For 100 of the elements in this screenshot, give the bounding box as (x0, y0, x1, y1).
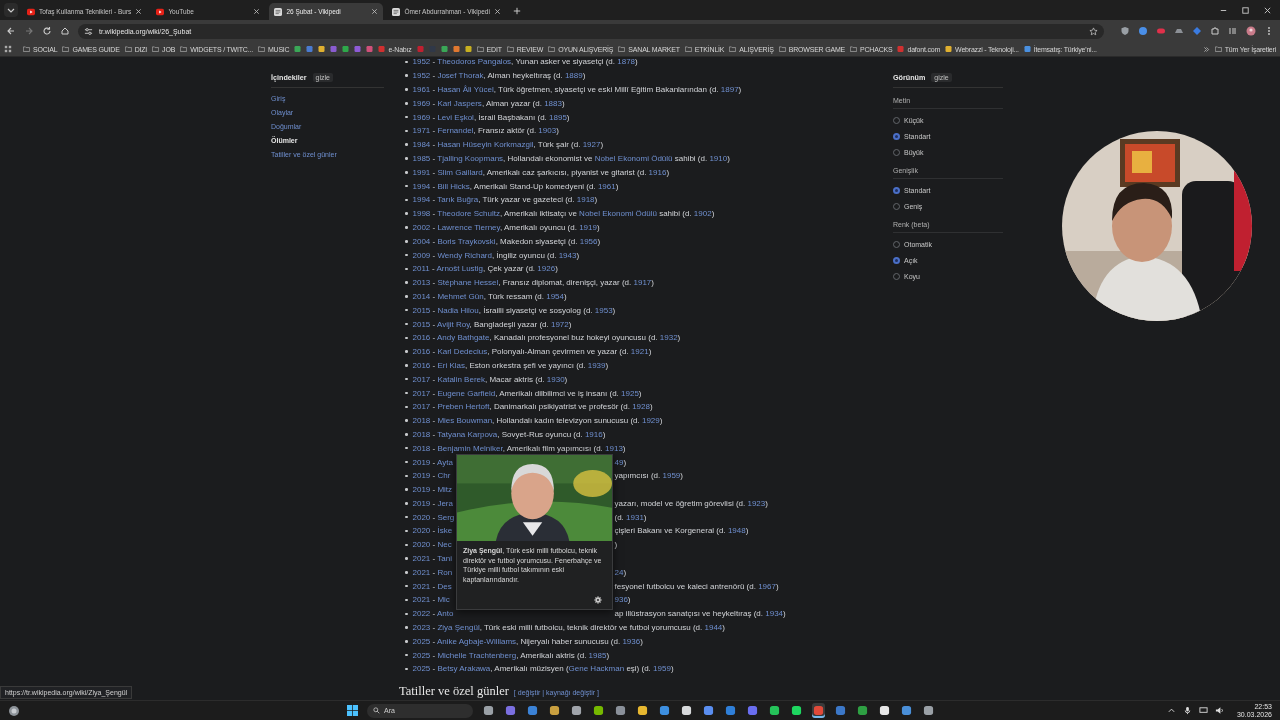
settings-icon[interactable] (594, 596, 602, 604)
link[interactable]: 1967 (758, 581, 776, 591)
site-settings-icon[interactable] (84, 26, 93, 36)
link[interactable]: 1902 (693, 209, 712, 219)
link[interactable]: Nobel Ekonomi Ödülü (579, 209, 657, 219)
link[interactable]: Nobel Ekonomi Ödülü (594, 153, 673, 163)
speaker-icon[interactable] (1214, 706, 1224, 715)
taskbar-app[interactable] (790, 703, 803, 718)
link[interactable]: Slim Gaillard (437, 167, 483, 177)
link[interactable]: 2019 (412, 471, 431, 481)
new-tab-icon[interactable] (512, 7, 521, 15)
taskbar-app[interactable] (592, 703, 605, 718)
link[interactable]: 1952 (412, 71, 431, 81)
link[interactable]: Nadia Hilou (437, 305, 479, 315)
link[interactable]: 2018 (412, 416, 431, 426)
link[interactable]: Ayta (436, 457, 453, 467)
monitor-icon[interactable] (1198, 706, 1208, 715)
radio-button[interactable] (893, 186, 900, 194)
link[interactable]: 2023 (412, 623, 431, 633)
shield-icon[interactable] (1120, 26, 1130, 36)
close-icon[interactable] (1263, 6, 1272, 15)
avatar-icon[interactable] (1246, 26, 1256, 36)
link[interactable]: 2017 (412, 402, 431, 412)
link[interactable]: Karl Jaspers (437, 98, 482, 108)
link[interactable]: Hasan Âli Yücel (437, 85, 494, 94)
link[interactable]: Anto (436, 609, 454, 619)
link[interactable]: 1998 (412, 209, 431, 219)
link[interactable]: 2025 (412, 636, 431, 646)
link[interactable]: 1984 (412, 140, 431, 150)
link[interactable]: 2025 (412, 650, 431, 660)
link[interactable]: Des (437, 581, 452, 591)
chevron-up-icon[interactable] (1166, 706, 1176, 715)
link[interactable]: 1991 (412, 167, 431, 177)
link[interactable]: Mic (437, 595, 450, 605)
taskbar-app[interactable] (812, 703, 825, 718)
link[interactable]: 2015 (412, 319, 431, 329)
link[interactable]: 1971 (412, 126, 431, 136)
back-icon[interactable] (6, 26, 16, 36)
link[interactable]: 1913 (605, 443, 623, 453)
link[interactable]: 1972 (550, 319, 569, 329)
link[interactable]: Eri Klas (437, 360, 465, 370)
link[interactable]: 2022 (412, 609, 431, 619)
link[interactable]: 1919 (579, 222, 597, 232)
apps-icon[interactable] (4, 45, 12, 53)
link[interactable]: 2016 (412, 333, 431, 343)
link[interactable]: 1889 (564, 71, 583, 81)
link[interactable]: 1954 (546, 291, 564, 301)
close-icon[interactable] (253, 8, 261, 15)
start-icon[interactable] (347, 705, 358, 716)
microphone-icon[interactable] (1182, 706, 1192, 715)
link[interactable]: Bill Hicks (437, 181, 470, 191)
link[interactable]: 2020 (412, 512, 431, 522)
radio-button[interactable] (893, 132, 900, 140)
bookmark-star-icon[interactable] (1089, 26, 1098, 36)
link[interactable]: 2015 (412, 305, 431, 315)
link[interactable]: 2018 (412, 429, 431, 439)
link[interactable]: 1959 (653, 664, 671, 674)
link[interactable]: 2017 (412, 374, 431, 384)
link[interactable]: 1921 (630, 347, 649, 357)
link[interactable]: 1930 (546, 374, 565, 384)
link[interactable]: Boris Traykovski (437, 236, 496, 246)
link[interactable]: 1961 (412, 85, 431, 94)
link[interactable]: Theodore Schultz (437, 209, 500, 219)
close-icon[interactable] (135, 8, 143, 15)
link[interactable]: İske (437, 526, 453, 536)
tab-list-icon[interactable] (1228, 26, 1238, 36)
taskbar-app[interactable] (636, 703, 649, 718)
link[interactable]: Wendy Richard (437, 250, 492, 260)
link[interactable]: Mehmet Gün (437, 291, 484, 301)
link[interactable]: 1883 (544, 98, 562, 108)
link[interactable]: Lawrence Tierney (437, 222, 500, 232)
link[interactable]: 1931 (626, 512, 644, 522)
close-icon[interactable] (371, 8, 379, 15)
link[interactable]: 2025 (412, 664, 431, 674)
link[interactable]: 2020 (412, 526, 431, 536)
link[interactable]: 1929 (641, 416, 660, 426)
link[interactable]: 1916 (584, 429, 603, 439)
link[interactable]: 1994 (412, 195, 431, 205)
more-bookmarks-icon[interactable] (1202, 45, 1210, 53)
taskbar-app[interactable] (922, 703, 935, 718)
link[interactable]: 1925 (621, 388, 639, 398)
link[interactable]: Chr (437, 471, 451, 481)
link[interactable]: 1895 (549, 112, 567, 122)
link[interactable]: 2004 (412, 236, 431, 246)
radio-button[interactable] (893, 256, 900, 264)
link[interactable]: 1969 (412, 112, 431, 122)
link[interactable]: 1961 (597, 181, 616, 191)
taskbar-app[interactable] (680, 703, 693, 718)
link[interactable]: Benjamin Melniker (437, 443, 503, 453)
link[interactable]: 1897 (720, 85, 739, 94)
link[interactable]: 2021 (412, 554, 431, 564)
link[interactable]: 2019 (412, 498, 431, 508)
taskbar-app[interactable] (548, 703, 561, 718)
link[interactable]: 2021 (412, 581, 431, 591)
link[interactable]: 2016 (412, 347, 431, 357)
link[interactable]: 1953 (594, 305, 613, 315)
link[interactable]: Katalin Berek (437, 374, 485, 384)
link[interactable]: Ziya Şengül (437, 623, 480, 633)
puzzle-icon[interactable] (1210, 26, 1220, 36)
link[interactable]: 2019 (412, 457, 431, 467)
